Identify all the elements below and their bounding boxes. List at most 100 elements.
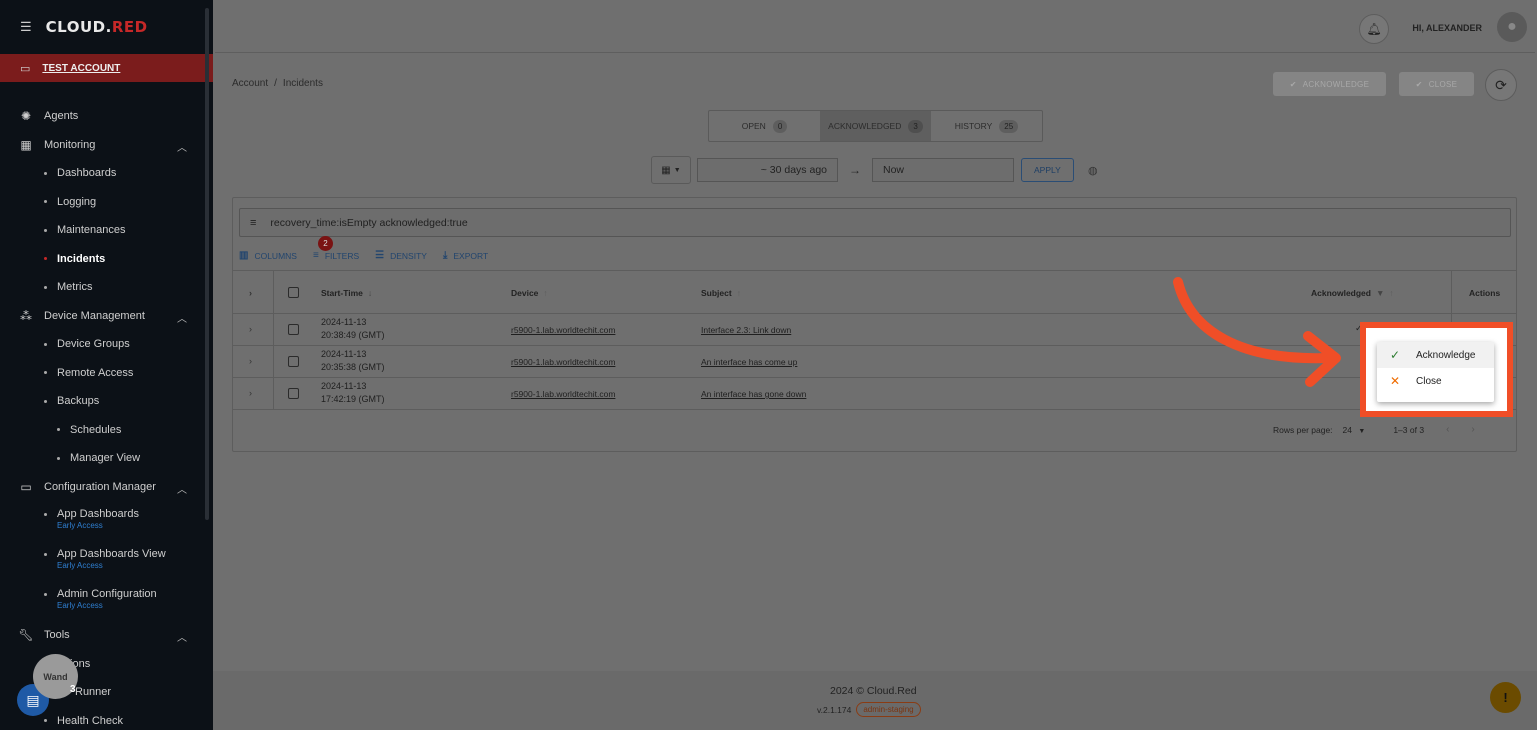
density-label: DENSITY	[390, 250, 427, 261]
globe-icon[interactable]: ◍	[1082, 159, 1104, 181]
user-greeting[interactable]: HI, ALEXANDER	[1412, 23, 1482, 33]
sidebar-scrollbar[interactable]	[205, 8, 209, 520]
row-checkbox[interactable]	[288, 356, 299, 367]
sidebar-item-agents[interactable]: ✺ Agents	[0, 102, 213, 131]
sidebar-item-app-dashboards-view[interactable]: App Dashboards View Early Access	[0, 541, 213, 581]
sidebar-item-device-management[interactable]: ⁂ Device Management ︿	[0, 302, 213, 331]
start-time: 20:35:38 (GMT)	[321, 362, 385, 372]
columns-icon: ▥	[239, 250, 249, 261]
sidebar-item-remote-access[interactable]: Remote Access	[0, 359, 213, 388]
row-actions-menu: ✓ Acknowledge ✕ Close	[1377, 342, 1494, 402]
header-device[interactable]: Device ↑	[511, 288, 548, 298]
sidebar-item-backups[interactable]: Backups	[0, 387, 213, 416]
expand-row-icon[interactable]: ›	[249, 356, 252, 366]
date-to-input[interactable]: Now	[872, 158, 1014, 182]
bullet-icon	[44, 593, 47, 596]
tab-acknowledged[interactable]: ACKNOWLEDGED 3	[820, 111, 931, 141]
sidebar-item-dashboards[interactable]: Dashboards	[0, 159, 213, 188]
apply-button[interactable]: APPLY	[1021, 158, 1074, 182]
filters-label: FILTERS	[324, 250, 360, 261]
sidebar-item-logging[interactable]: Logging	[0, 188, 213, 217]
columns-button[interactable]: ▥ COLUMNS	[239, 250, 297, 261]
close-icon: ✕	[1390, 374, 1401, 388]
notifications-button[interactable]: 🔔︎	[1359, 14, 1389, 44]
filters-count-badge: 2	[317, 236, 333, 251]
header-start-time[interactable]: Start-Time ↓	[321, 288, 372, 298]
chevron-up-icon: ︿	[177, 633, 187, 644]
sidebar-item-app-dashboards[interactable]: App Dashboards Early Access	[0, 501, 213, 541]
sidebar-item-metrics[interactable]: Metrics	[0, 273, 213, 302]
density-button[interactable]: ☰ DENSITY	[375, 250, 427, 261]
prev-page-button[interactable]: ‹	[1446, 424, 1449, 435]
sidebar-item-tools-sub1[interactable]: tions	[0, 650, 213, 679]
sidebar-item-label: Admin Configuration	[57, 588, 157, 600]
start-time: 17:42:19 (GMT)	[321, 394, 385, 404]
chart-icon: ▦	[20, 137, 32, 152]
agents-icon: ✺	[20, 109, 32, 124]
expand-row-icon[interactable]: ›	[249, 388, 252, 398]
calendar-dropdown[interactable]: ▦ ▼	[651, 156, 691, 184]
sidebar-item-maintenances[interactable]: Maintenances	[0, 216, 213, 245]
caret-down-icon: ▼	[673, 166, 681, 174]
export-button[interactable]: ⤓ EXPORT	[443, 250, 488, 261]
sidebar-item-admin-configuration[interactable]: Admin Configuration Early Access	[0, 581, 213, 621]
date-from-input[interactable]: ~ 30 days ago	[697, 158, 838, 182]
menu-item-acknowledge[interactable]: ✓ Acknowledge	[1377, 342, 1494, 368]
device-link[interactable]: r5900-1.lab.worldtechit.com	[511, 325, 615, 335]
calendar-icon: ▦	[661, 164, 671, 176]
filter-icon: ≡	[312, 250, 319, 261]
expand-row-icon[interactable]: ›	[249, 324, 252, 334]
page-footer: 2024 © Cloud.Red v.2.1.174 admin-staging …	[213, 671, 1537, 730]
tab-open[interactable]: OPEN 0	[709, 111, 820, 141]
cloud-red-logo[interactable]: CLOUD.RED	[46, 18, 148, 36]
sidebar-item-monitoring[interactable]: ▦ Monitoring ︿	[0, 131, 213, 160]
breadcrumb-account[interactable]: Account	[232, 78, 268, 89]
columns-label: COLUMNS	[254, 250, 297, 261]
sidebar-item-device-groups[interactable]: Device Groups	[0, 330, 213, 359]
bullet-icon	[57, 428, 60, 432]
sidebar-item-tools[interactable]: 🔧︎ Tools ︿	[0, 621, 213, 650]
menu-item-close[interactable]: ✕ Close	[1377, 368, 1494, 394]
row-checkbox[interactable]	[288, 388, 299, 399]
sidebar-item-incidents[interactable]: Incidents	[0, 245, 213, 274]
subject-link[interactable]: Interface 2.3: Link down	[701, 325, 791, 335]
next-page-button[interactable]: ›	[1471, 424, 1474, 435]
subject-link[interactable]: An interface has come up	[701, 357, 797, 367]
sidebar-item-manager-view[interactable]: Manager View	[0, 444, 213, 473]
collapse-menu-icon[interactable]: ☰	[20, 19, 32, 35]
sidebar-item-label: Device Groups	[57, 338, 130, 351]
acknowledge-button[interactable]: ✔ ACKNOWLEDGE	[1273, 72, 1386, 96]
filters-button[interactable]: ≡ 2 FILTERS	[312, 236, 360, 261]
version-info: v.2.1.174 admin-staging	[817, 702, 921, 717]
header-label: Subject	[701, 288, 732, 298]
expand-all-icon[interactable]: ›	[249, 288, 252, 298]
bullet-icon	[44, 257, 47, 261]
subject-link[interactable]: An interface has gone down	[701, 389, 806, 399]
tab-history[interactable]: HISTORY 25	[931, 111, 1042, 141]
close-button[interactable]: ✔ CLOSE	[1399, 72, 1474, 96]
tab-count-badge: 3	[908, 119, 923, 133]
sidebar-item-label: App Dashboards View	[57, 548, 166, 560]
sidebar-item-schedules[interactable]: Schedules	[0, 416, 213, 445]
row-checkbox[interactable]	[288, 324, 299, 335]
download-icon: ⤓	[442, 250, 448, 261]
rows-per-page-select[interactable]: 24 ▼	[1343, 425, 1366, 435]
bullet-icon	[44, 285, 47, 289]
select-all-checkbox[interactable]	[288, 287, 299, 298]
sidebar-item-label: Logging	[57, 195, 97, 208]
avatar[interactable]: ●	[1497, 12, 1527, 42]
device-link[interactable]: r5900-1.lab.worldtechit.com	[511, 357, 615, 367]
filter-query-input[interactable]: ≡ recovery_time:isEmpty acknowledged:tru…	[239, 208, 1511, 237]
account-label[interactable]: TEST ACCOUNT	[42, 63, 120, 74]
chat-button[interactable]: !	[1490, 682, 1521, 713]
header-subject[interactable]: Subject ↑	[701, 288, 741, 298]
bullet-icon	[44, 513, 47, 516]
refresh-button[interactable]: ⟳	[1485, 69, 1517, 101]
column-divider	[1451, 271, 1452, 313]
device-link[interactable]: r5900-1.lab.worldtechit.com	[511, 389, 615, 399]
sidebar-item-label: Metrics	[57, 281, 93, 294]
monitor-icon: ▭	[20, 479, 32, 494]
account-selector[interactable]: ▭ TEST ACCOUNT	[0, 54, 213, 82]
sidebar-item-configuration-manager[interactable]: ▭ Configuration Manager ︿	[0, 473, 213, 502]
annotation-highlight-box: ✓ Acknowledge ✕ Close	[1360, 322, 1513, 417]
